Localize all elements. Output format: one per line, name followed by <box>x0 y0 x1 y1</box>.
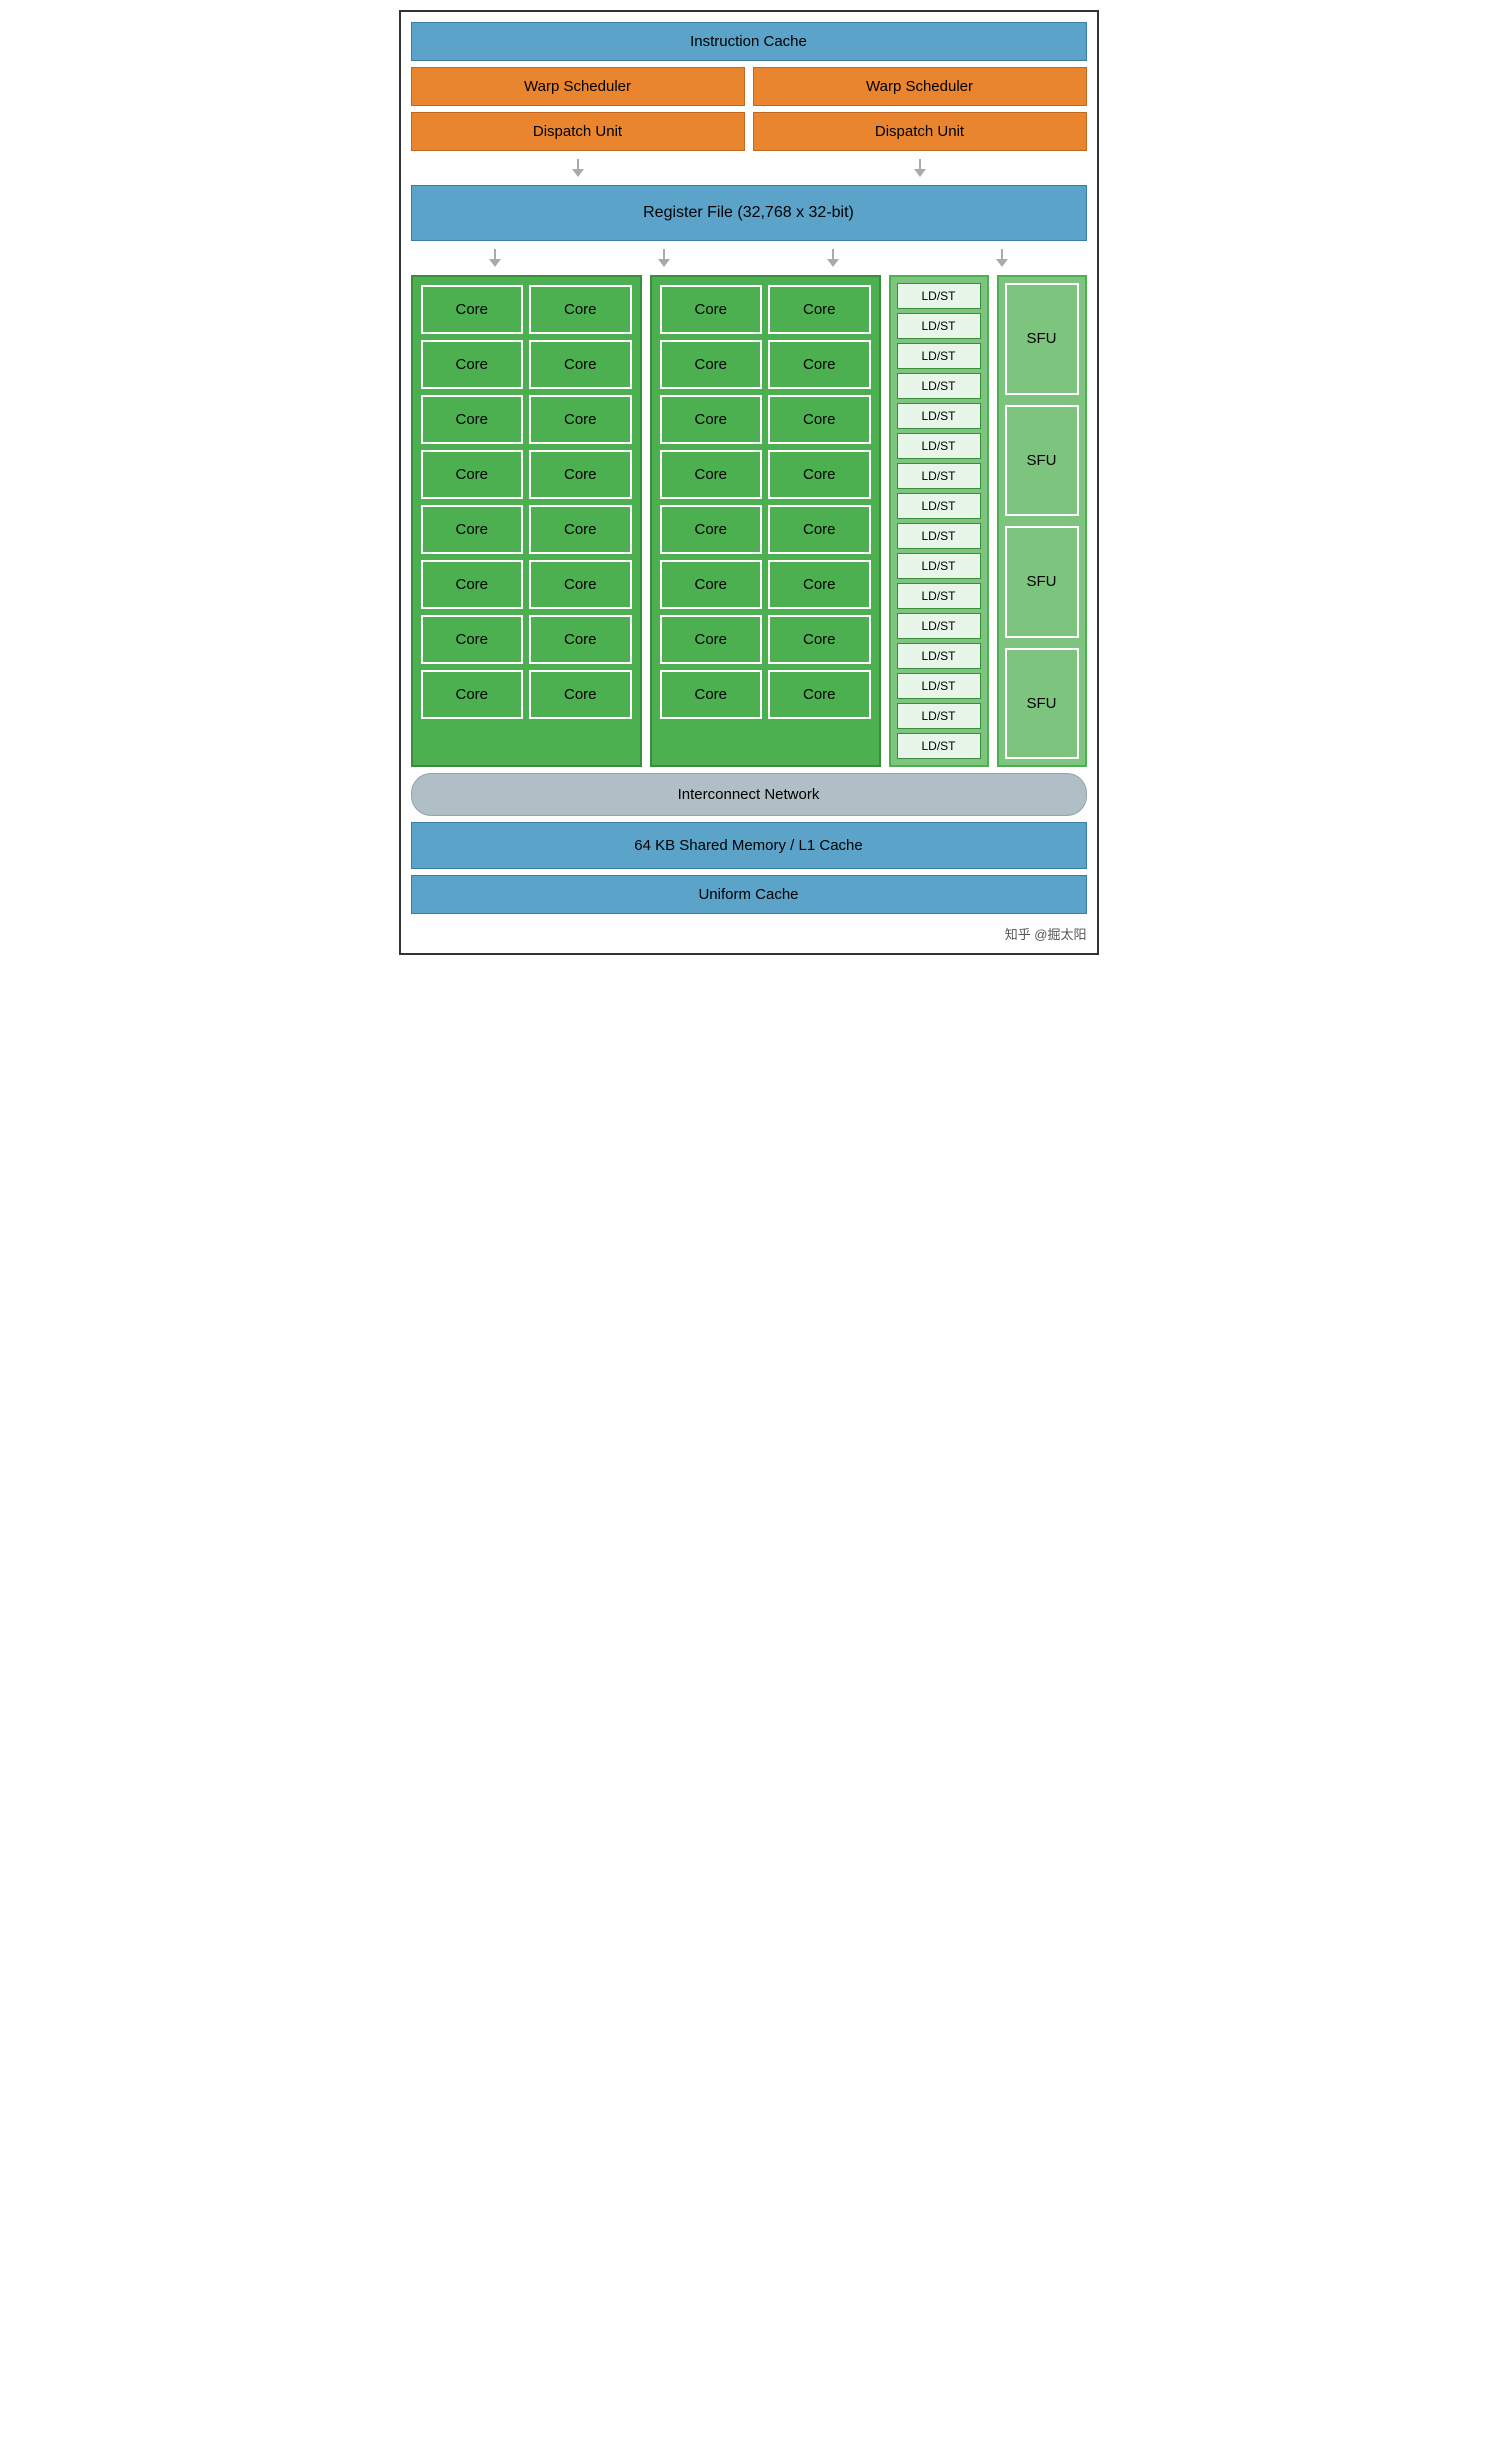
core-g2-row-7: Core Core <box>660 615 871 664</box>
core-group-1: Core Core Core Core Core Core Core Core … <box>411 275 642 767</box>
core-g2-3-1: Core <box>660 395 763 444</box>
arrow-4 <box>996 249 1008 267</box>
core-3-1: Core <box>421 395 524 444</box>
core-3-2: Core <box>529 395 632 444</box>
core-8-2: Core <box>529 670 632 719</box>
core-g2-row-4: Core Core <box>660 450 871 499</box>
warp-schedulers-row: Warp Scheduler Warp Scheduler <box>411 67 1087 106</box>
register-file: Register File (32,768 x 32-bit) <box>411 185 1087 241</box>
ldst-4: LD/ST <box>897 373 981 399</box>
sfu-group: SFU SFU SFU SFU <box>997 275 1087 767</box>
core-g2-row-6: Core Core <box>660 560 871 609</box>
core-g2-4-2: Core <box>768 450 871 499</box>
core-g2-row-1: Core Core <box>660 285 871 334</box>
ldst-3: LD/ST <box>897 343 981 369</box>
core-5-2: Core <box>529 505 632 554</box>
core-g2-8-1: Core <box>660 670 763 719</box>
ldst-group: LD/ST LD/ST LD/ST LD/ST LD/ST LD/ST LD/S… <box>889 275 989 767</box>
arrow-2 <box>658 249 670 267</box>
ldst-8: LD/ST <box>897 493 981 519</box>
register-arrows <box>411 247 1087 269</box>
core-2-1: Core <box>421 340 524 389</box>
core-g2-7-1: Core <box>660 615 763 664</box>
core-row-8: Core Core <box>421 670 632 719</box>
uniform-cache: Uniform Cache <box>411 875 1087 914</box>
core-g2-row-2: Core Core <box>660 340 871 389</box>
ldst-7: LD/ST <box>897 463 981 489</box>
ldst-2: LD/ST <box>897 313 981 339</box>
watermark: 知乎 @掘太阳 <box>411 920 1087 943</box>
core-g2-4-1: Core <box>660 450 763 499</box>
ldst-1: LD/ST <box>897 283 981 309</box>
interconnect-network: Interconnect Network <box>411 773 1087 816</box>
core-1-1: Core <box>421 285 524 334</box>
sfu-4: SFU <box>1005 648 1079 760</box>
core-row-3: Core Core <box>421 395 632 444</box>
ldst-10: LD/ST <box>897 553 981 579</box>
dispatch-arrows <box>411 157 1087 179</box>
core-g2-6-1: Core <box>660 560 763 609</box>
core-g2-3-2: Core <box>768 395 871 444</box>
ldst-11: LD/ST <box>897 583 981 609</box>
core-group-2: Core Core Core Core Core Core Core Core … <box>650 275 881 767</box>
core-4-1: Core <box>421 450 524 499</box>
core-g2-5-1: Core <box>660 505 763 554</box>
core-6-2: Core <box>529 560 632 609</box>
core-row-4: Core Core <box>421 450 632 499</box>
core-g2-6-2: Core <box>768 560 871 609</box>
core-g2-1-1: Core <box>660 285 763 334</box>
arrow-1 <box>489 249 501 267</box>
instruction-cache: Instruction Cache <box>411 22 1087 61</box>
core-7-2: Core <box>529 615 632 664</box>
core-g2-2-2: Core <box>768 340 871 389</box>
sfu-3: SFU <box>1005 526 1079 638</box>
arrow-left <box>572 159 584 177</box>
dispatch-unit-2: Dispatch Unit <box>753 112 1087 151</box>
core-g2-8-2: Core <box>768 670 871 719</box>
ldst-16: LD/ST <box>897 733 981 759</box>
core-4-2: Core <box>529 450 632 499</box>
core-row-6: Core Core <box>421 560 632 609</box>
dispatch-unit-1: Dispatch Unit <box>411 112 745 151</box>
core-g2-2-1: Core <box>660 340 763 389</box>
core-g2-row-3: Core Core <box>660 395 871 444</box>
ldst-9: LD/ST <box>897 523 981 549</box>
ldst-13: LD/ST <box>897 643 981 669</box>
warp-scheduler-2: Warp Scheduler <box>753 67 1087 106</box>
ldst-5: LD/ST <box>897 403 981 429</box>
core-row-2: Core Core <box>421 340 632 389</box>
shared-memory: 64 KB Shared Memory / L1 Cache <box>411 822 1087 869</box>
ldst-6: LD/ST <box>897 433 981 459</box>
core-8-1: Core <box>421 670 524 719</box>
core-g2-7-2: Core <box>768 615 871 664</box>
core-7-1: Core <box>421 615 524 664</box>
core-g2-5-2: Core <box>768 505 871 554</box>
core-g2-1-2: Core <box>768 285 871 334</box>
ldst-14: LD/ST <box>897 673 981 699</box>
core-row-5: Core Core <box>421 505 632 554</box>
core-1-2: Core <box>529 285 632 334</box>
sfu-2: SFU <box>1005 405 1079 517</box>
core-5-1: Core <box>421 505 524 554</box>
ldst-15: LD/ST <box>897 703 981 729</box>
core-g2-row-5: Core Core <box>660 505 871 554</box>
arrow-3 <box>827 249 839 267</box>
gpu-sm-diagram: Instruction Cache Warp Scheduler Warp Sc… <box>399 10 1099 955</box>
core-6-1: Core <box>421 560 524 609</box>
warp-scheduler-1: Warp Scheduler <box>411 67 745 106</box>
dispatch-units-row: Dispatch Unit Dispatch Unit <box>411 112 1087 151</box>
sfu-1: SFU <box>1005 283 1079 395</box>
main-units-row: Core Core Core Core Core Core Core Core … <box>411 275 1087 767</box>
core-row-1: Core Core <box>421 285 632 334</box>
arrow-right <box>914 159 926 177</box>
core-row-7: Core Core <box>421 615 632 664</box>
core-2-2: Core <box>529 340 632 389</box>
core-g2-row-8: Core Core <box>660 670 871 719</box>
ldst-12: LD/ST <box>897 613 981 639</box>
